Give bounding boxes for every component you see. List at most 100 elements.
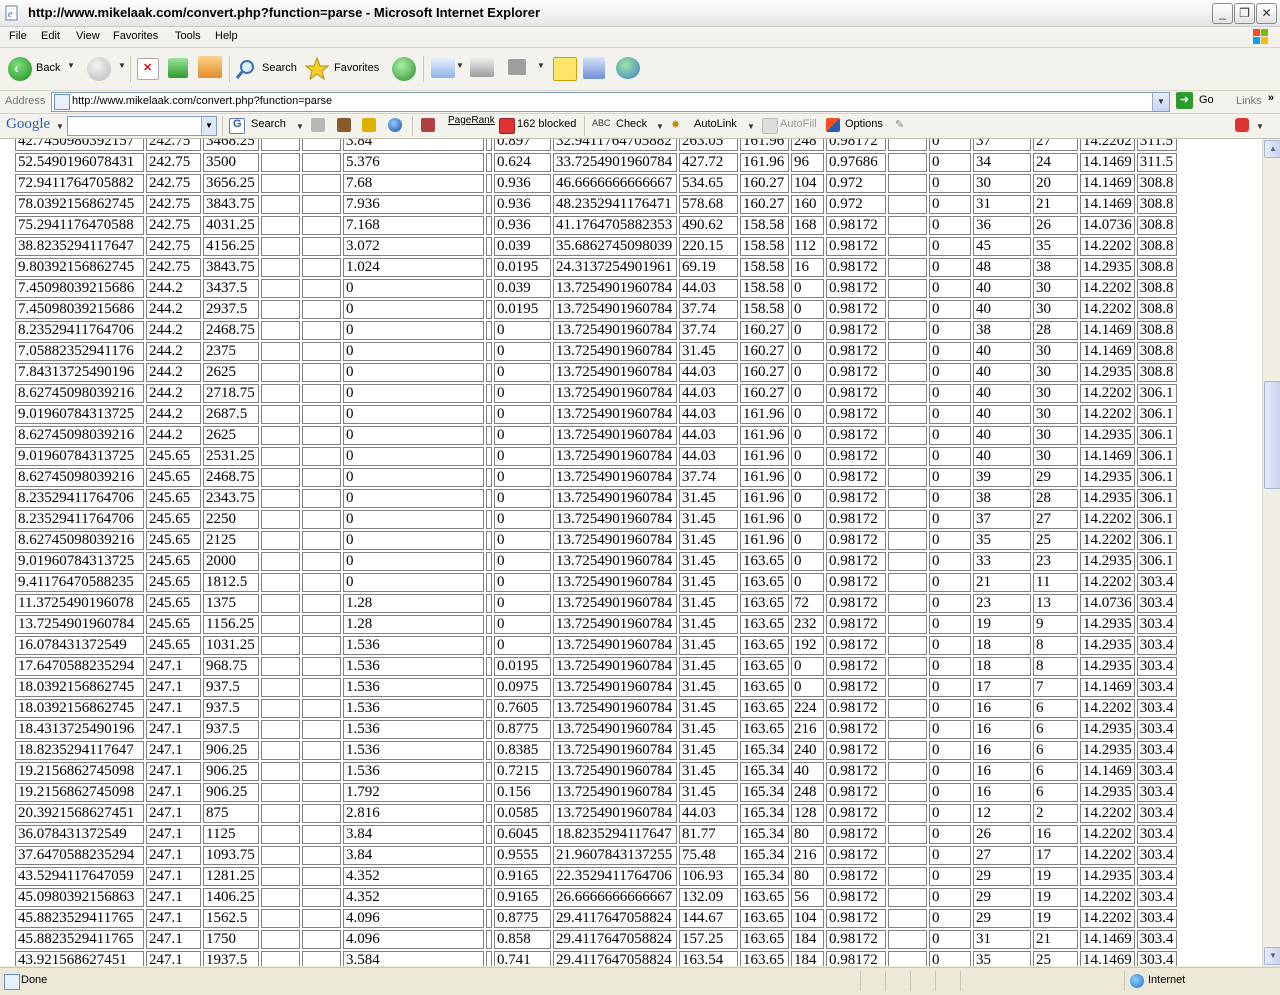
- table-cell: 4.352: [343, 888, 484, 907]
- table-cell: 104: [791, 909, 824, 928]
- menu-file[interactable]: File: [9, 30, 27, 42]
- check-dropdown[interactable]: ▼: [656, 122, 664, 131]
- history-icon[interactable]: [392, 57, 416, 81]
- links-button[interactable]: Links: [1236, 95, 1262, 107]
- info-icon[interactable]: [362, 118, 376, 132]
- mail-icon[interactable]: [431, 58, 455, 78]
- news-icon[interactable]: [311, 118, 325, 132]
- close-window-button[interactable]: ✕: [1256, 3, 1277, 24]
- scroll-thumb[interactable]: [1264, 381, 1280, 489]
- table-cell: 3.84: [343, 825, 484, 844]
- print-icon[interactable]: [470, 57, 494, 77]
- google-search-dropdown-icon[interactable]: ▼: [201, 117, 216, 135]
- google-search-input[interactable]: ▼: [67, 116, 217, 136]
- address-input[interactable]: http://www.mikelaak.com/convert.php?func…: [51, 92, 1170, 112]
- table-cell: 16: [973, 741, 1031, 760]
- table-cell: [302, 489, 341, 508]
- table-cell: 0.0195: [494, 300, 551, 319]
- menu-favorites[interactable]: Favorites: [113, 30, 158, 42]
- edit-icon[interactable]: [508, 59, 526, 75]
- favorites-button[interactable]: Favorites: [305, 56, 385, 82]
- edit-dropdown[interactable]: ▼: [537, 61, 545, 70]
- spellcheck-icon: ABC: [592, 118, 611, 128]
- table-cell: 31.45: [679, 636, 738, 655]
- research-icon[interactable]: [583, 57, 605, 79]
- pagerank-label[interactable]: PageRank: [448, 115, 495, 126]
- options-button[interactable]: Options: [845, 118, 883, 130]
- table-cell: 45.8823529411765: [15, 909, 144, 928]
- menu-edit[interactable]: Edit: [41, 30, 60, 42]
- table-cell: [888, 153, 927, 172]
- forward-arrow-icon[interactable]: [87, 57, 111, 81]
- menu-tools[interactable]: Tools: [175, 30, 201, 42]
- images-icon[interactable]: [337, 118, 351, 132]
- table-cell: 0: [343, 384, 484, 403]
- table-cell: [261, 573, 300, 592]
- menu-view[interactable]: View: [76, 30, 100, 42]
- maximize-button[interactable]: ❐: [1234, 3, 1255, 24]
- stop-icon[interactable]: ✕: [137, 58, 159, 80]
- google-logo[interactable]: Google: [6, 116, 50, 133]
- minimize-button[interactable]: _: [1212, 3, 1233, 24]
- table-cell: [486, 174, 492, 193]
- table-cell: 0.972: [826, 174, 886, 193]
- google-extras-dropdown[interactable]: ▼: [1256, 122, 1264, 131]
- messenger-icon[interactable]: [616, 57, 640, 79]
- menu-help[interactable]: Help: [215, 30, 238, 42]
- forward-dropdown[interactable]: ▼: [118, 61, 126, 70]
- table-cell: 16: [791, 258, 824, 277]
- table-cell: 1125: [203, 825, 259, 844]
- globe-icon[interactable]: [388, 118, 402, 132]
- search-button[interactable]: Search: [235, 56, 299, 82]
- back-dropdown[interactable]: ▼: [67, 61, 75, 70]
- table-cell: 14.2935: [1080, 258, 1135, 277]
- table-cell: [261, 720, 300, 739]
- autolink-button[interactable]: AutoLink: [694, 118, 737, 130]
- mail-dropdown[interactable]: ▼: [456, 61, 464, 70]
- vertical-scrollbar[interactable]: ▲ ▼: [1262, 139, 1280, 966]
- table-cell: 0.98172: [826, 846, 886, 865]
- google-search-dropdown[interactable]: ▼: [296, 122, 304, 131]
- table-cell: [486, 321, 492, 340]
- scroll-up-button[interactable]: ▲: [1264, 140, 1280, 158]
- table-cell: 13.7254901960784: [553, 657, 677, 676]
- table-cell: 14.2935: [1080, 741, 1135, 760]
- google-menu-dropdown[interactable]: ▼: [56, 122, 64, 131]
- table-cell: [302, 825, 341, 844]
- table-cell: 4031.25: [203, 216, 259, 235]
- refresh-icon[interactable]: [168, 58, 188, 78]
- address-dropdown-icon[interactable]: ▼: [1152, 93, 1169, 111]
- table-cell: 0: [929, 615, 971, 634]
- table-cell: 3.584: [343, 951, 484, 966]
- table-cell: [888, 426, 927, 445]
- home-icon[interactable]: [198, 56, 222, 78]
- table-row: 38.8235294117647 242.75 4156.25 3.072 0.039 3…: [15, 237, 1177, 256]
- table-cell: 44.03: [679, 279, 738, 298]
- options-icon: [826, 118, 840, 132]
- table-cell: 26: [1033, 216, 1078, 235]
- scroll-down-button[interactable]: ▼: [1264, 947, 1280, 965]
- autofill-button[interactable]: AutoFill: [780, 118, 817, 130]
- notes-icon[interactable]: [553, 57, 577, 81]
- check-button[interactable]: Check: [616, 118, 647, 130]
- table-cell: 0: [343, 279, 484, 298]
- table-cell: 0: [929, 153, 971, 172]
- google-search-button[interactable]: Search: [251, 118, 286, 130]
- address-url[interactable]: http://www.mikelaak.com/convert.php?func…: [72, 95, 332, 107]
- table-cell: [261, 426, 300, 445]
- autolink-dropdown[interactable]: ▼: [747, 122, 755, 131]
- google-extras-icon[interactable]: [1235, 118, 1249, 132]
- chevron-right-icon[interactable]: »: [1268, 92, 1274, 104]
- table-cell: 30: [973, 174, 1031, 193]
- table-row: 20.3921568627451 247.1 875 2.816 0.0585 13.72…: [15, 804, 1177, 823]
- table-cell: 13.7254901960784: [553, 531, 677, 550]
- table-cell: 0.98172: [826, 489, 886, 508]
- go-button[interactable]: ➜ Go: [1176, 92, 1220, 110]
- table-cell: 1406.25: [203, 888, 259, 907]
- pencil-icon[interactable]: ✎: [895, 118, 904, 131]
- table-cell: [302, 678, 341, 697]
- table-cell: 31.45: [679, 342, 738, 361]
- popup-blocked-count[interactable]: 162 blocked: [517, 118, 576, 130]
- table-cell: 0.98172: [826, 888, 886, 907]
- table-cell: [888, 741, 927, 760]
